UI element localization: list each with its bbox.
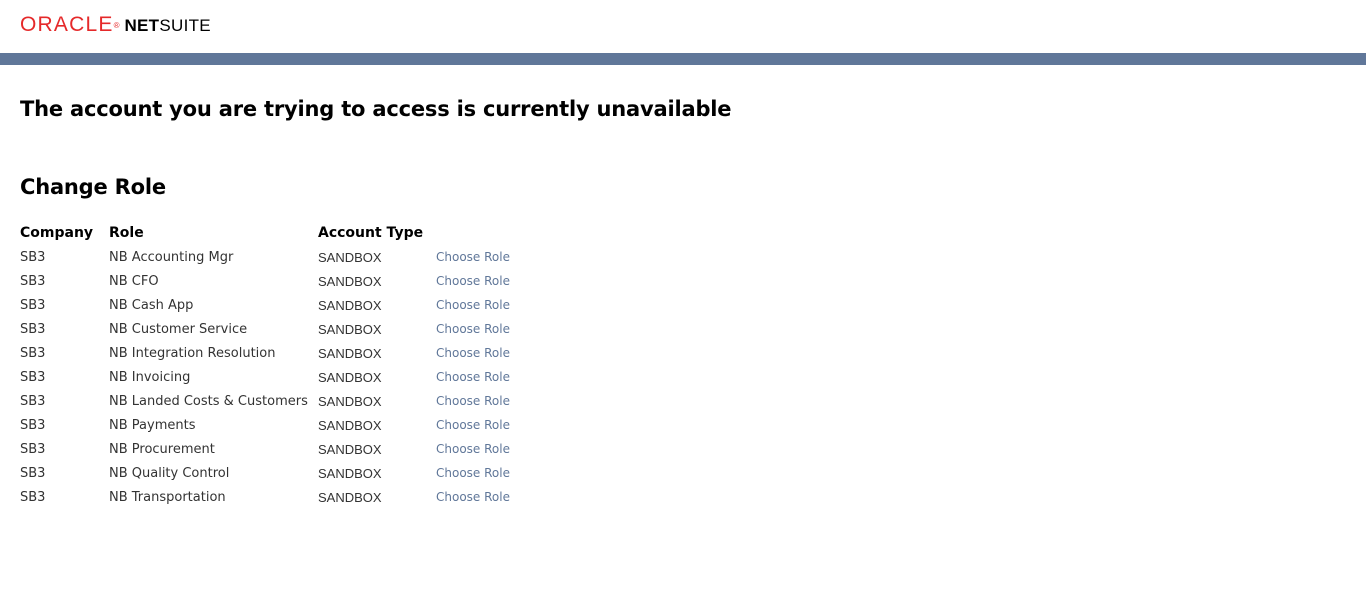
company-cell: SB3 <box>20 297 46 313</box>
company-cell: SB3 <box>20 321 46 337</box>
choose-role-cell: Choose Role <box>436 437 510 461</box>
choose-role-cell: Choose Role <box>436 461 510 485</box>
choose-role-link[interactable]: Choose Role <box>436 250 510 264</box>
account-type-cell: SANDBOX <box>318 393 382 409</box>
choose-role-link[interactable]: Choose Role <box>436 394 510 408</box>
company-cell: SB3 <box>20 273 46 289</box>
account-type-cell: SANDBOX <box>318 369 382 385</box>
header-band <box>0 53 1366 65</box>
role-cell: NB Transportation <box>109 489 226 505</box>
role-cell: NB Landed Costs & Customers <box>109 393 308 409</box>
roles-table: Company Role Account Type SB3 NB Accounti… <box>20 221 510 509</box>
account-type-cell: SANDBOX <box>318 273 382 289</box>
role-cell: NB Payments <box>109 417 196 433</box>
role-cell: NB Integration Resolution <box>109 345 276 361</box>
choose-role-cell: Choose Role <box>436 389 510 413</box>
column-header-account-type: Account Type <box>318 225 424 241</box>
table-row: SB3 NB Payments SANDBOX Choose Role <box>20 413 510 437</box>
account-type-cell: SANDBOX <box>318 489 382 505</box>
account-type-cell: SANDBOX <box>318 441 382 457</box>
table-row: SB3 NB Customer Service SANDBOX Choose Role <box>20 317 510 341</box>
account-type-cell: SANDBOX <box>318 417 382 433</box>
main-content: The account you are trying to access is … <box>0 65 1366 509</box>
table-row: SB3 NB CFO SANDBOX Choose Role <box>20 269 510 293</box>
choose-role-cell: Choose Role <box>436 413 510 437</box>
choose-role-cell: Choose Role <box>436 293 510 317</box>
account-type-cell: SANDBOX <box>318 321 382 337</box>
page-header: ORACLE® NETSUITE <box>0 0 1366 53</box>
company-cell: SB3 <box>20 417 46 433</box>
company-cell: SB3 <box>20 441 46 457</box>
choose-role-cell: Choose Role <box>436 341 510 365</box>
role-cell: NB Accounting Mgr <box>109 249 234 265</box>
role-cell: NB CFO <box>109 273 159 289</box>
table-row: SB3 NB Accounting Mgr SANDBOX Choose Role <box>20 245 510 269</box>
table-row: SB3 NB Transportation SANDBOX Choose Role <box>20 485 510 509</box>
company-cell: SB3 <box>20 369 46 385</box>
table-row: SB3 NB Integration Resolution SANDBOX Choos… <box>20 341 510 365</box>
choose-role-link[interactable]: Choose Role <box>436 370 510 384</box>
table-row: SB3 NB Landed Costs & Customers SANDBOX Cho… <box>20 389 510 413</box>
company-cell: SB3 <box>20 489 46 505</box>
logo-registered-mark: ® <box>113 21 120 30</box>
role-cell: NB Quality Control <box>109 465 230 481</box>
choose-role-link[interactable]: Choose Role <box>436 322 510 336</box>
choose-role-link[interactable]: Choose Role <box>436 490 510 504</box>
table-row: SB3 NB Procurement SANDBOX Choose Role <box>20 437 510 461</box>
change-role-title: Change Role <box>20 175 166 199</box>
column-header-action <box>436 221 510 245</box>
logo-oracle-text: ORACLE <box>20 13 114 36</box>
choose-role-cell: Choose Role <box>436 269 510 293</box>
table-row: SB3 NB Invoicing SANDBOX Choose Role <box>20 365 510 389</box>
company-cell: SB3 <box>20 465 46 481</box>
choose-role-cell: Choose Role <box>436 365 510 389</box>
logo-suite-text: SUITE <box>159 16 211 35</box>
logo-net-text: NET <box>124 16 160 35</box>
oracle-netsuite-logo[interactable]: ORACLE® NETSUITE <box>20 13 211 38</box>
role-cell: NB Cash App <box>109 297 194 313</box>
roles-table-header: Company Role Account Type <box>20 221 510 245</box>
account-type-cell: SANDBOX <box>318 465 382 481</box>
choose-role-cell: Choose Role <box>436 485 510 509</box>
role-cell: NB Procurement <box>109 441 215 457</box>
unavailable-message: The account you are trying to access is … <box>20 97 732 121</box>
account-type-cell: SANDBOX <box>318 249 382 265</box>
choose-role-link[interactable]: Choose Role <box>436 274 510 288</box>
company-cell: SB3 <box>20 249 46 265</box>
choose-role-link[interactable]: Choose Role <box>436 418 510 432</box>
role-cell: NB Customer Service <box>109 321 248 337</box>
choose-role-link[interactable]: Choose Role <box>436 346 510 360</box>
account-type-cell: SANDBOX <box>318 297 382 313</box>
table-row: SB3 NB Cash App SANDBOX Choose Role <box>20 293 510 317</box>
table-row: SB3 NB Quality Control SANDBOX Choose Role <box>20 461 510 485</box>
choose-role-link[interactable]: Choose Role <box>436 466 510 480</box>
company-cell: SB3 <box>20 393 46 409</box>
choose-role-cell: Choose Role <box>436 317 510 341</box>
account-type-cell: SANDBOX <box>318 345 382 361</box>
choose-role-cell: Choose Role <box>436 245 510 269</box>
role-cell: NB Invoicing <box>109 369 191 385</box>
choose-role-link[interactable]: Choose Role <box>436 442 510 456</box>
company-cell: SB3 <box>20 345 46 361</box>
column-header-role: Role <box>109 225 144 241</box>
column-header-company: Company <box>20 225 94 241</box>
choose-role-link[interactable]: Choose Role <box>436 298 510 312</box>
